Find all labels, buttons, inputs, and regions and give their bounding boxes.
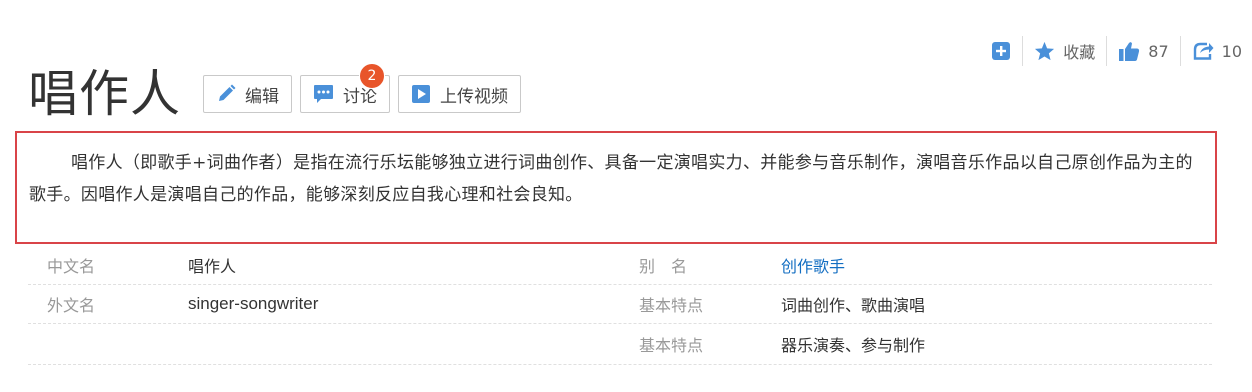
collect-label: 收藏	[1063, 43, 1096, 62]
info-name: 外文名	[47, 296, 96, 315]
info-row: 中文名 唱作人 别 名 创作歌手	[28, 246, 1212, 285]
title-row: 唱作人 编辑 讨论 2 上传视频	[28, 62, 521, 126]
upload-video-label: 上传视频	[440, 86, 508, 107]
info-name: 基本特点	[639, 336, 704, 355]
share-count: 10	[1221, 41, 1242, 61]
info-value: 器乐演奏、参与制作	[781, 336, 926, 355]
star-icon	[1034, 41, 1055, 61]
share-button[interactable]: 10	[1179, 36, 1242, 66]
play-video-icon	[411, 84, 431, 104]
collect-button[interactable]: 收藏	[1022, 36, 1106, 66]
discuss-count-badge: 2	[359, 63, 385, 89]
info-name: 中文名	[47, 257, 96, 276]
upload-video-button[interactable]: 上传视频	[398, 75, 521, 113]
info-value-link[interactable]: 创作歌手	[781, 253, 1212, 277]
top-toolbar: 收藏 87 10	[987, 36, 1242, 66]
edit-button[interactable]: 编辑	[203, 75, 292, 113]
page-title: 唱作人	[28, 65, 181, 123]
discuss-button[interactable]: 讨论 2	[300, 63, 390, 113]
info-name: 基本特点	[639, 296, 704, 315]
info-value: singer-songwriter	[188, 294, 319, 313]
add-to-album-button[interactable]	[987, 36, 1022, 66]
like-button[interactable]: 87	[1106, 36, 1179, 66]
info-value: 词曲创作、歌曲演唱	[781, 296, 926, 315]
info-name: 别 名	[639, 257, 688, 276]
like-count: 87	[1148, 41, 1169, 61]
lemma-summary: 唱作人（即歌手+词曲作者）是指在流行乐坛能够独立进行词曲创作、具备一定演唱实力、…	[15, 131, 1217, 244]
basic-info-table: 中文名 唱作人 别 名 创作歌手 外文名 singer-songwriter 基…	[28, 246, 1212, 365]
thumbs-up-icon	[1118, 41, 1140, 62]
edit-label: 编辑	[245, 86, 279, 107]
chat-bubble-icon	[313, 84, 334, 104]
summary-text: 唱作人（即歌手+词曲作者）是指在流行乐坛能够独立进行词曲创作、具备一定演唱实力、…	[29, 153, 1193, 205]
info-row: 基本特点 器乐演奏、参与制作	[28, 324, 1212, 365]
info-row: 外文名 singer-songwriter 基本特点 词曲创作、歌曲演唱	[28, 285, 1212, 324]
plus-square-icon	[991, 41, 1011, 61]
info-value: 唱作人	[188, 257, 237, 276]
pencil-icon	[216, 84, 236, 104]
share-icon	[1192, 41, 1214, 61]
